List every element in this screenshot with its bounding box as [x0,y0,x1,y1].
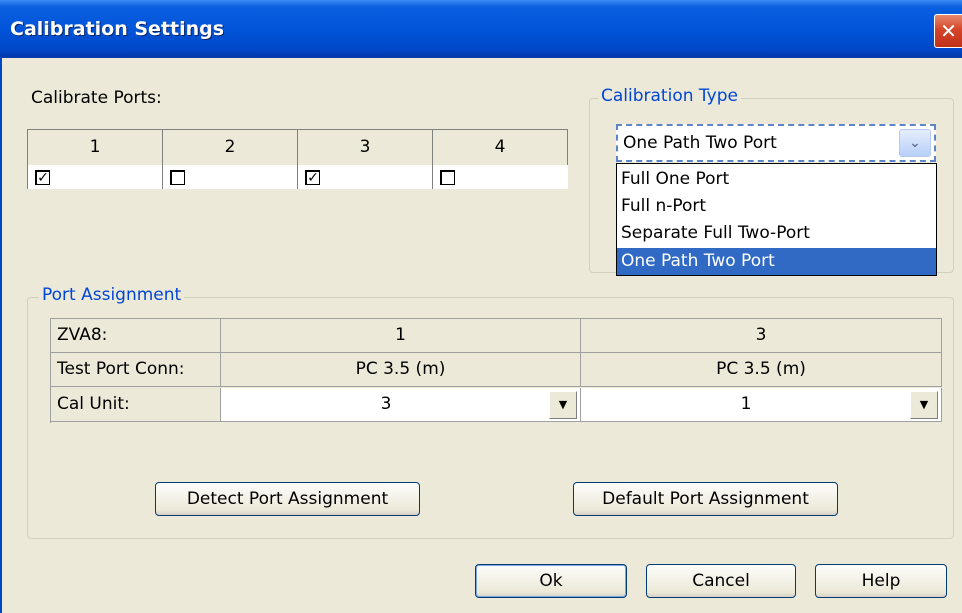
port-cell-3: ✓ [297,165,432,189]
port-1-checkbox[interactable]: ✓ [35,170,50,185]
option-full-n-port[interactable]: Full n-Port [617,193,936,220]
option-one-path-two-port[interactable]: One Path Two Port [617,248,936,275]
calibration-type-dropdown-list: Full One Port Full n-Port Separate Full … [616,163,937,276]
port-header-4: 4 [432,129,568,165]
port-header-1: 1 [27,129,163,165]
default-port-assignment-button[interactable]: Default Port Assignment [573,482,838,516]
test-port-conn-a: PC 3.5 (m) [221,353,581,387]
chevron-down-icon[interactable]: ▼ [910,391,938,419]
zva8-port-b: 3 [581,319,942,353]
cal-unit-value-b: 1 [740,394,752,414]
option-full-one-port[interactable]: Full One Port [617,166,936,193]
zva8-port-a: 1 [221,319,581,353]
title-bar[interactable]: Calibration Settings ✕ [0,0,962,58]
port-2-checkbox[interactable] [170,170,185,185]
chevron-down-icon[interactable]: ▼ [549,391,577,419]
calibration-type-title: Calibration Type [598,86,741,106]
calibrate-ports-label: Calibrate Ports: [31,88,162,108]
port-3-checkbox[interactable]: ✓ [305,170,320,185]
chevron-down-icon[interactable]: ⌄ [899,129,931,157]
cal-unit-value-a: 3 [380,394,392,414]
port-cell-2 [162,165,297,189]
calibration-type-value: One Path Two Port [623,133,777,153]
cancel-button[interactable]: Cancel [646,564,796,598]
close-button[interactable]: ✕ [934,14,962,48]
cal-unit-select-a[interactable]: 3 ▼ [221,388,581,422]
row-label-cal-unit: Cal Unit: [51,388,221,422]
port-header-3: 3 [297,129,433,165]
port-4-checkbox[interactable] [440,170,455,185]
row-label-test-port-conn: Test Port Conn: [51,353,221,387]
help-button[interactable]: Help [815,564,947,598]
dialog-title: Calibration Settings [10,18,225,40]
ok-button[interactable]: Ok [475,564,627,598]
close-icon: ✕ [940,19,957,43]
port-header-2: 2 [162,129,298,165]
port-cell-1: ✓ [27,165,162,189]
detect-port-assignment-button[interactable]: Detect Port Assignment [155,482,420,516]
cal-unit-select-b[interactable]: 1 ▼ [581,388,942,422]
option-separate-full-two-port[interactable]: Separate Full Two-Port [617,220,936,247]
calibration-type-combo[interactable]: One Path Two Port ⌄ [616,124,936,162]
test-port-conn-b: PC 3.5 (m) [581,353,942,387]
row-label-zva8: ZVA8: [51,319,221,353]
port-cell-4 [432,165,568,189]
window-frame [0,58,2,613]
port-assignment-title: Port Assignment [39,285,185,305]
calibration-settings-dialog: Calibration Settings ✕ Calibrate Ports: … [0,0,962,613]
